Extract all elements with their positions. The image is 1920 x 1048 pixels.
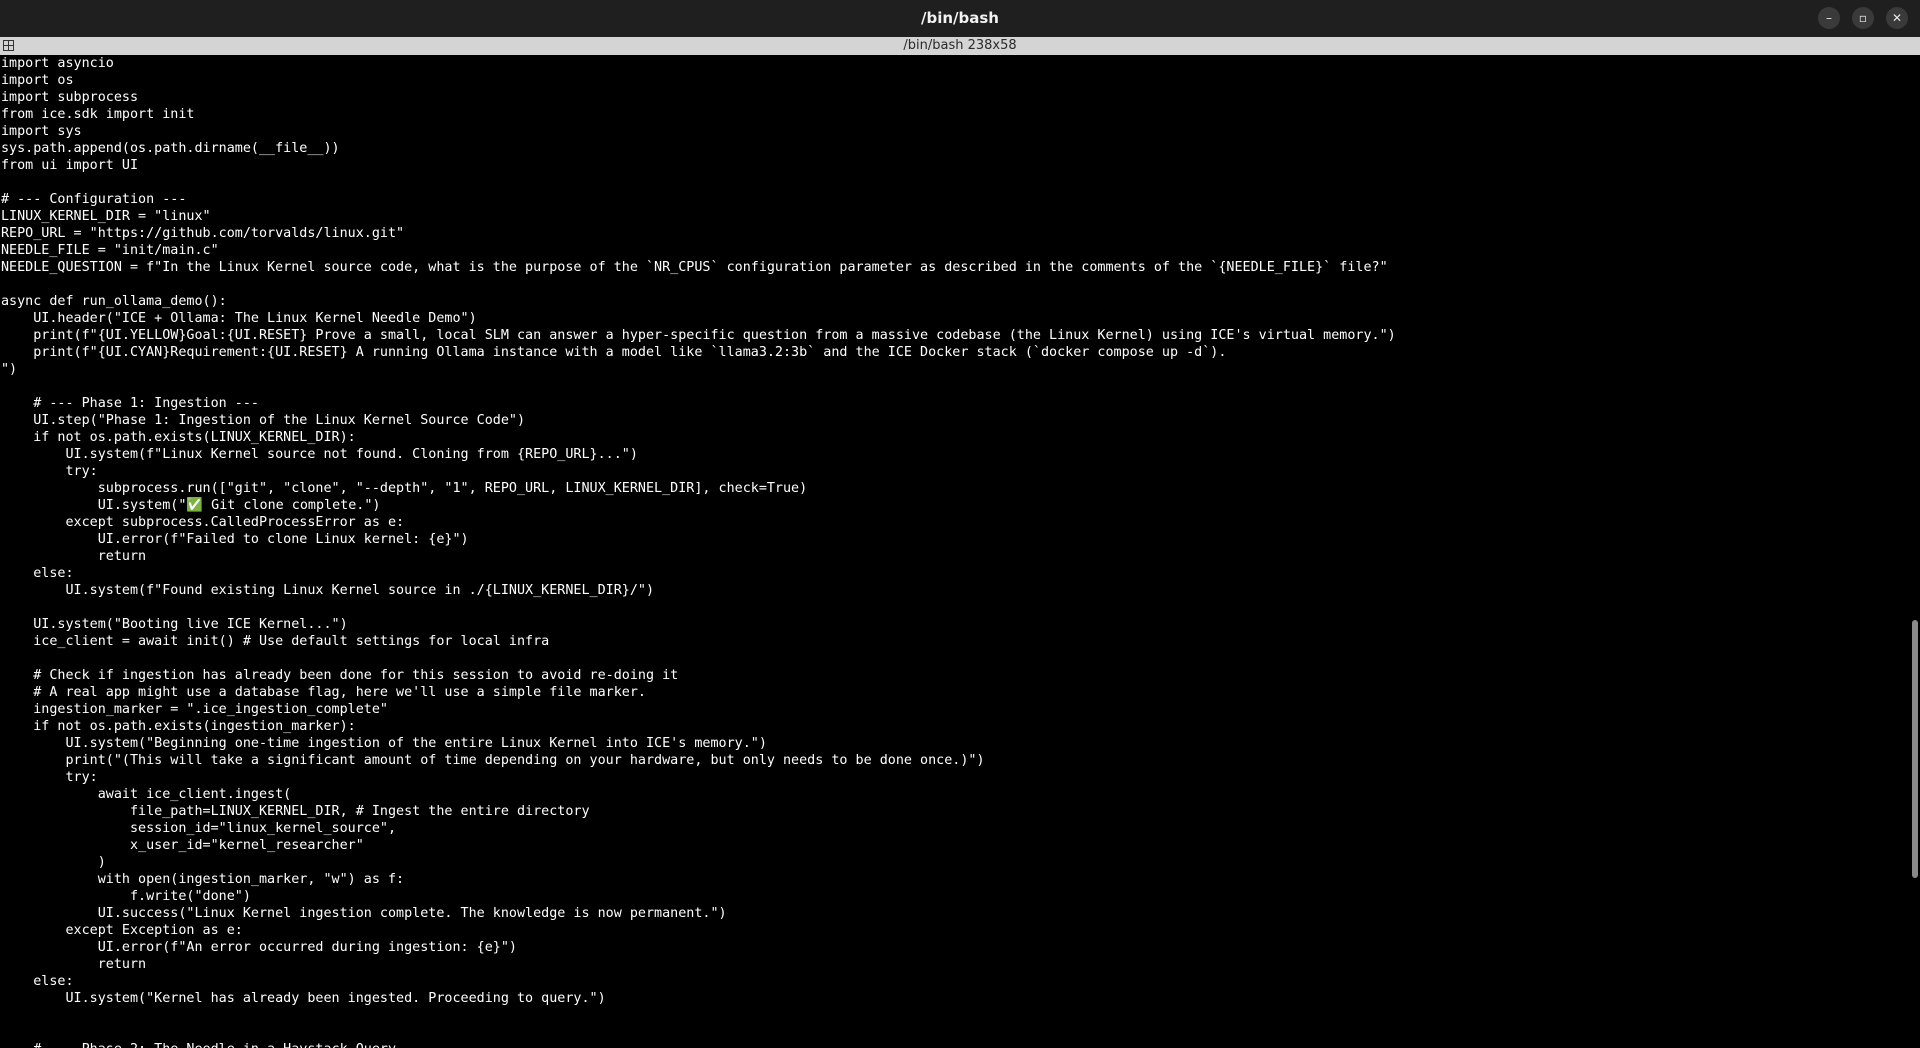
terminal-line: else: xyxy=(1,566,74,581)
terminal-line: REPO_URL = "https://github.com/torvalds/… xyxy=(1,226,405,241)
terminal-line: UI.step("Phase 1: Ingestion of the Linux… xyxy=(1,413,526,428)
terminal-line: file_path=LINUX_KERNEL_DIR, # Ingest the… xyxy=(1,804,590,819)
terminal-line: from ui import UI xyxy=(1,158,139,173)
terminal-tab-bar: /bin/bash 238x58 xyxy=(0,37,1920,55)
window-title: /bin/bash xyxy=(921,9,999,27)
terminal-line: async def run_ollama_demo(): xyxy=(1,294,227,309)
terminal-tab-title: /bin/bash 238x58 xyxy=(903,38,1017,53)
terminal-line: f.write("done") xyxy=(1,889,251,904)
terminal-line: UI.header("ICE + Ollama: The Linux Kerne… xyxy=(1,311,477,326)
window-titlebar[interactable]: /bin/bash – ▫ ✕ xyxy=(0,0,1920,37)
terminal-line: # --- Configuration --- xyxy=(1,192,187,207)
terminal-line: else: xyxy=(1,974,74,989)
terminal-line: session_id="linux_kernel_source", xyxy=(1,821,397,836)
terminal-line: # --- Phase 1: Ingestion --- xyxy=(1,396,259,411)
terminal-line: print(f"{UI.CYAN}Requirement:{UI.RESET} … xyxy=(1,345,1227,360)
terminal-line: UI.system(f"Linux Kernel source not foun… xyxy=(1,447,638,462)
terminal-line: UI.system("Booting live ICE Kernel...") xyxy=(1,617,348,632)
terminal-line: try: xyxy=(1,464,98,479)
terminal-line: subprocess.run(["git", "clone", "--depth… xyxy=(1,481,808,496)
terminal-line: if not os.path.exists(ingestion_marker): xyxy=(1,719,356,734)
terminal-line: LINUX_KERNEL_DIR = "linux" xyxy=(1,209,211,224)
terminal-line: # --- Phase 2: The Needle in a Haystack … xyxy=(1,1041,1906,1048)
terminal-line: ingestion_marker = ".ice_ingestion_compl… xyxy=(1,702,388,717)
terminal-line: UI.system(f"Found existing Linux Kernel … xyxy=(1,583,655,598)
terminal-line: return xyxy=(1,549,147,564)
maximize-button[interactable]: ▫ xyxy=(1852,7,1874,29)
terminal-line: # A real app might use a database flag, … xyxy=(1,685,646,700)
terminal-line: import asyncio xyxy=(1,56,114,71)
terminal-line: except subprocess.CalledProcessError as … xyxy=(1,515,405,530)
terminal-line: with open(ingestion_marker, "w") as f: xyxy=(1,872,405,887)
terminal-line: # Check if ingestion has already been do… xyxy=(1,668,679,683)
minimize-button[interactable]: – xyxy=(1818,7,1840,29)
terminal-line: import subprocess xyxy=(1,90,139,105)
terminal-line: UI.error(f"An error occurred during inge… xyxy=(1,940,517,955)
terminal-line: import os xyxy=(1,73,74,88)
terminal-line: NEEDLE_QUESTION = f"In the Linux Kernel … xyxy=(1,260,1388,275)
terminal-line: print("(This will take a significant amo… xyxy=(1,753,985,768)
terminal-line: except Exception as e: xyxy=(1,923,243,938)
terminal-line: UI.error(f"Failed to clone Linux kernel:… xyxy=(1,532,469,547)
terminal-line: import sys xyxy=(1,124,82,139)
terminal-line: return xyxy=(1,957,147,972)
terminal-line: await ice_client.ingest( xyxy=(1,787,292,802)
terminal-line: UI.system("✅ Git clone complete.") xyxy=(1,498,381,513)
close-button[interactable]: ✕ xyxy=(1886,7,1908,29)
terminal-line: print(f"{UI.YELLOW}Goal:{UI.RESET} Prove… xyxy=(1,328,1396,343)
terminal-line: NEEDLE_FILE = "init/main.c" xyxy=(1,243,219,258)
terminal-line: from ice.sdk import init xyxy=(1,107,195,122)
terminal-line: UI.success("Linux Kernel ingestion compl… xyxy=(1,906,727,921)
terminal-line: ) xyxy=(1,855,106,870)
terminal-line: if not os.path.exists(LINUX_KERNEL_DIR): xyxy=(1,430,356,445)
terminal-line: x_user_id="kernel_researcher" xyxy=(1,838,364,853)
terminal-line: try: xyxy=(1,770,98,785)
terminal-line: ") xyxy=(1,362,18,377)
window-controls: – ▫ ✕ xyxy=(1818,7,1908,29)
terminal-line: ice_client = await init() # Use default … xyxy=(1,634,550,649)
terminal-line: UI.system("Beginning one-time ingestion … xyxy=(1,736,767,751)
terminal-output[interactable]: import asyncio import os import subprocess… xyxy=(0,55,1906,1048)
terminal-line: sys.path.append(os.path.dirname(__file__… xyxy=(1,141,340,156)
terminal-scrollbar[interactable] xyxy=(1912,620,1918,878)
terminal-line: UI.system("Kernel has already been inges… xyxy=(1,991,606,1006)
